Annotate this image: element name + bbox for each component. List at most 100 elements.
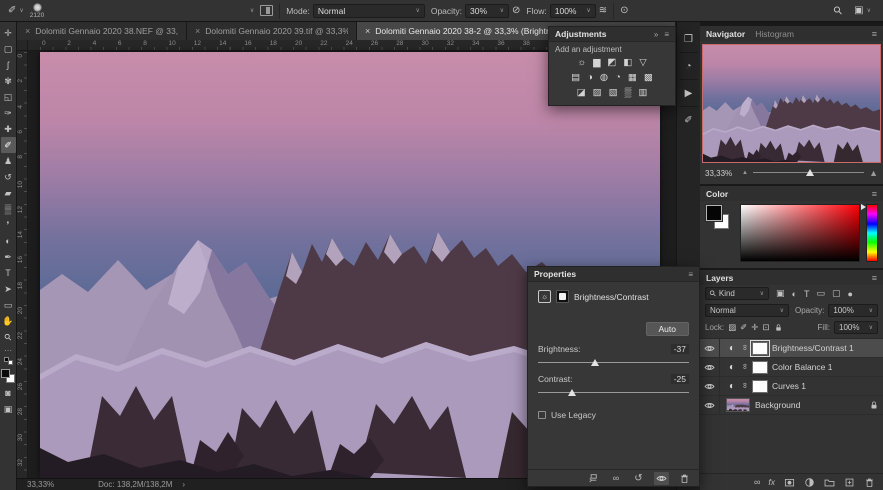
opacity-select[interactable]: 30% ∨ <box>465 4 509 18</box>
visibility-toggle[interactable] <box>700 339 720 357</box>
reset-button[interactable]: ↺ <box>631 472 646 485</box>
mask-link-icon[interactable]: ∞ <box>741 382 750 390</box>
pressure-opacity-icon[interactable]: ⊘ <box>512 6 520 16</box>
mask-link-icon[interactable]: ∞ <box>741 363 750 371</box>
use-legacy-checkbox[interactable] <box>538 411 546 419</box>
layer-name[interactable]: Background <box>755 400 800 410</box>
layer-name[interactable]: Brightness/Contrast 1 <box>772 343 854 353</box>
edit-toolbar-button[interactable]: ⋯ <box>4 346 12 355</box>
adjustment-layer-icon[interactable]: ◐ <box>724 381 740 392</box>
dodge-tool[interactable]: ◐ <box>1 233 16 249</box>
workspace-switcher[interactable]: ▣ ∨ <box>854 6 871 16</box>
adjustment-layer-icon[interactable]: ◐ <box>724 362 740 373</box>
shape-layer-filter-icon[interactable]: ▭ <box>816 288 825 299</box>
threshold-adjustment-icon[interactable]: ▧ <box>609 88 618 98</box>
visibility-toggle[interactable] <box>700 358 720 376</box>
levels-adjustment-icon[interactable]: ▆ <box>593 58 600 68</box>
panel-menu-icon[interactable]: ≡ <box>664 30 669 39</box>
brightness-slider[interactable] <box>538 358 689 368</box>
layer-name[interactable]: Curves 1 <box>772 381 806 391</box>
vertical-ruler[interactable]: 02468101214161820222426283032 <box>17 51 28 478</box>
zoom-in-icon[interactable]: ▲ <box>869 168 878 178</box>
quick-mask-button[interactable]: ◙ <box>1 385 16 401</box>
healing-brush-tool[interactable]: ✚ <box>1 121 16 137</box>
brightness-value[interactable]: -37 <box>671 344 689 354</box>
visibility-toggle[interactable] <box>700 396 720 414</box>
color-lookup-adjustment-icon[interactable]: ▩ <box>644 73 653 83</box>
airbrush-icon[interactable]: ≋ <box>599 6 607 16</box>
add-mask-button[interactable] <box>784 477 795 488</box>
status-zoom-field[interactable]: 33,33% <box>27 480 54 489</box>
toggle-brush-panel-button[interactable] <box>260 5 273 16</box>
delete-adjustment-button[interactable] <box>677 472 692 485</box>
slider-thumb[interactable] <box>806 169 814 176</box>
foreground-color-swatch[interactable] <box>706 205 722 221</box>
navigator-zoom-field[interactable]: 33,33% <box>705 169 737 178</box>
layer-opacity-select[interactable]: 100% ∨ <box>828 304 878 317</box>
lock-all-icon[interactable] <box>774 323 783 332</box>
panel-menu-icon[interactable]: ≡ <box>872 189 877 199</box>
clone-source-panel-icon[interactable]: ◔ <box>678 55 700 77</box>
channel-mixer-adjustment-icon[interactable]: ▦ <box>628 73 637 83</box>
color-balance-adjustment-icon[interactable]: ◑ <box>587 73 593 83</box>
search-icon[interactable]: ⚲ <box>831 3 846 18</box>
previous-state-button[interactable]: ∞ <box>608 472 623 485</box>
brightness-contrast-adjustment-icon[interactable]: ☼ <box>577 58 586 68</box>
layer-row-color-balance[interactable]: ◐ ∞ Color Balance 1 <box>700 358 883 377</box>
pressure-size-icon[interactable]: ⊙ <box>620 6 628 16</box>
pen-tool[interactable]: ✒ <box>1 249 16 265</box>
hue-saturation-adjustment-icon[interactable]: ▤ <box>571 73 580 83</box>
tab-navigator[interactable]: Navigator <box>706 29 745 39</box>
layer-filter-select[interactable]: ⚲ Kind ∨ <box>705 287 769 300</box>
curves-adjustment-icon[interactable]: ◩ <box>607 58 616 68</box>
slider-thumb[interactable] <box>568 389 576 396</box>
layer-name[interactable]: Color Balance 1 <box>772 362 832 372</box>
contrast-slider[interactable] <box>538 388 689 398</box>
auto-button[interactable]: Auto <box>646 322 690 336</box>
eyedropper-tool[interactable]: ✑ <box>1 105 16 121</box>
tool-preset-picker[interactable]: ✐ ∨ <box>8 6 24 16</box>
panel-menu-icon[interactable]: ≡ <box>872 273 877 283</box>
foreground-color-swatch[interactable] <box>1 369 10 378</box>
type-tool[interactable]: T <box>1 265 16 281</box>
new-group-button[interactable] <box>824 477 835 488</box>
layer-fill-select[interactable]: 100% ∨ <box>834 321 878 334</box>
lock-paint-icon[interactable]: ✐ <box>740 322 747 333</box>
adjustment-layer-icon[interactable]: ◐ <box>724 343 740 354</box>
filter-toggle-icon[interactable]: ● <box>847 289 852 299</box>
navigator-zoom-slider[interactable] <box>753 168 864 178</box>
blend-mode-select[interactable]: Normal ∨ <box>313 4 425 18</box>
layer-row-background[interactable]: Background <box>700 396 883 415</box>
posterize-adjustment-icon[interactable]: ▨ <box>593 88 602 98</box>
layer-mask-thumbnail[interactable] <box>752 380 768 393</box>
vibrance-adjustment-icon[interactable]: ▽ <box>639 58 646 68</box>
close-icon[interactable]: × <box>365 26 370 36</box>
path-selection-tool[interactable]: ➤ <box>1 281 16 297</box>
layer-mask-thumbnail[interactable] <box>752 361 768 374</box>
document-tab-2[interactable]: × Dolomiti Gennaio 2020 39.tif @ 33,3% (… <box>187 22 357 40</box>
actions-panel-icon[interactable]: ▶ <box>678 82 700 104</box>
tab-color[interactable]: Color <box>706 189 728 199</box>
contrast-value[interactable]: -25 <box>671 374 689 384</box>
lock-artboard-icon[interactable]: ⊡ <box>762 322 769 333</box>
link-layers-button[interactable]: ∞ <box>754 477 759 487</box>
layer-mask-thumbnail[interactable] <box>752 342 768 355</box>
history-brush-tool[interactable]: ↺ <box>1 169 16 185</box>
blur-tool[interactable]: ❜ <box>1 217 16 233</box>
blend-mode-select[interactable]: Normal ∨ <box>705 304 789 317</box>
gradient-tool[interactable]: ▒ <box>1 201 16 217</box>
add-adjustment-button[interactable] <box>804 477 815 488</box>
gradient-map-adjustment-icon[interactable]: ▒ <box>625 88 632 98</box>
type-layer-filter-icon[interactable]: T <box>804 289 810 299</box>
hand-tool[interactable]: ✋ <box>1 313 16 329</box>
layer-row-brightness-contrast[interactable]: ◐ ∞ Brightness/Contrast 1 <box>700 339 883 358</box>
layer-row-curves[interactable]: ◐ ∞ Curves 1 <box>700 377 883 396</box>
pixel-layer-filter-icon[interactable]: ▣ <box>776 288 785 299</box>
saturation-brightness-field[interactable] <box>740 204 860 262</box>
smart-object-filter-icon[interactable]: ▢ <box>832 288 841 299</box>
close-icon[interactable]: × <box>195 26 200 36</box>
black-white-adjustment-icon[interactable]: ◍ <box>600 73 608 83</box>
crop-tool[interactable]: ◱ <box>1 89 16 105</box>
move-tool[interactable]: ✛ <box>1 25 16 41</box>
mask-link-icon[interactable]: ∞ <box>741 344 750 352</box>
